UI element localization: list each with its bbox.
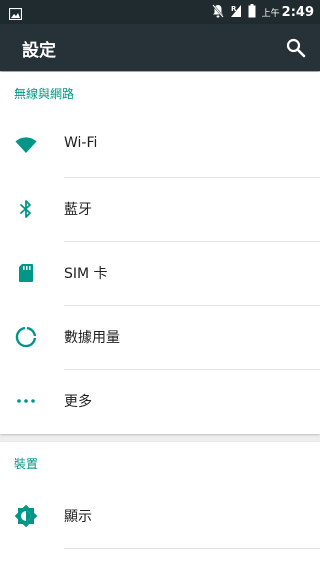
- status-ampm: 上午: [261, 8, 280, 19]
- section-device: 裝置 顯示: [0, 442, 320, 569]
- image-notification-icon: [8, 5, 23, 24]
- svg-text:R: R: [231, 5, 237, 13]
- settings-item-label: 更多: [64, 394, 92, 410]
- settings-item-label: Wi-Fi: [64, 135, 98, 151]
- search-icon[interactable]: [284, 36, 308, 60]
- brightness-icon: [14, 504, 38, 528]
- settings-item-more[interactable]: 更多: [0, 369, 320, 433]
- wifi-icon: [14, 133, 38, 157]
- notifications-off-icon: [211, 3, 224, 22]
- settings-item-display[interactable]: 顯示: [0, 484, 320, 548]
- settings-item-label: 藍牙: [64, 202, 92, 218]
- page-title: 設定: [22, 41, 56, 61]
- section-header: 無線與網路: [14, 87, 75, 101]
- settings-item-label: 顯示: [64, 509, 92, 525]
- settings-item-label: SIM 卡: [64, 266, 108, 282]
- status-time: 2:49: [281, 4, 314, 20]
- settings-item-data-usage[interactable]: 數據用量: [0, 305, 320, 369]
- settings-item-label: 數據用量: [64, 330, 120, 346]
- divider: [64, 548, 320, 549]
- battery-icon: [248, 3, 256, 22]
- data-usage-icon: [14, 325, 38, 349]
- section-header: 裝置: [14, 457, 39, 471]
- settings-item-bluetooth[interactable]: 藍牙: [0, 177, 320, 241]
- bluetooth-icon: [14, 197, 38, 221]
- sim-card-icon: [14, 261, 38, 285]
- more-horiz-icon: [14, 389, 38, 413]
- status-bar: R 上午 2:49: [0, 0, 320, 24]
- settings-item-wifi[interactable]: Wi-Fi: [0, 113, 320, 177]
- section-wireless-networks: 無線與網路 Wi-Fi 藍牙 SIM 卡 數據用量 更多: [0, 72, 320, 434]
- app-bar: 設定: [0, 24, 320, 71]
- signal-r-icon: R: [230, 3, 242, 22]
- settings-item-sim-card[interactable]: SIM 卡: [0, 241, 320, 305]
